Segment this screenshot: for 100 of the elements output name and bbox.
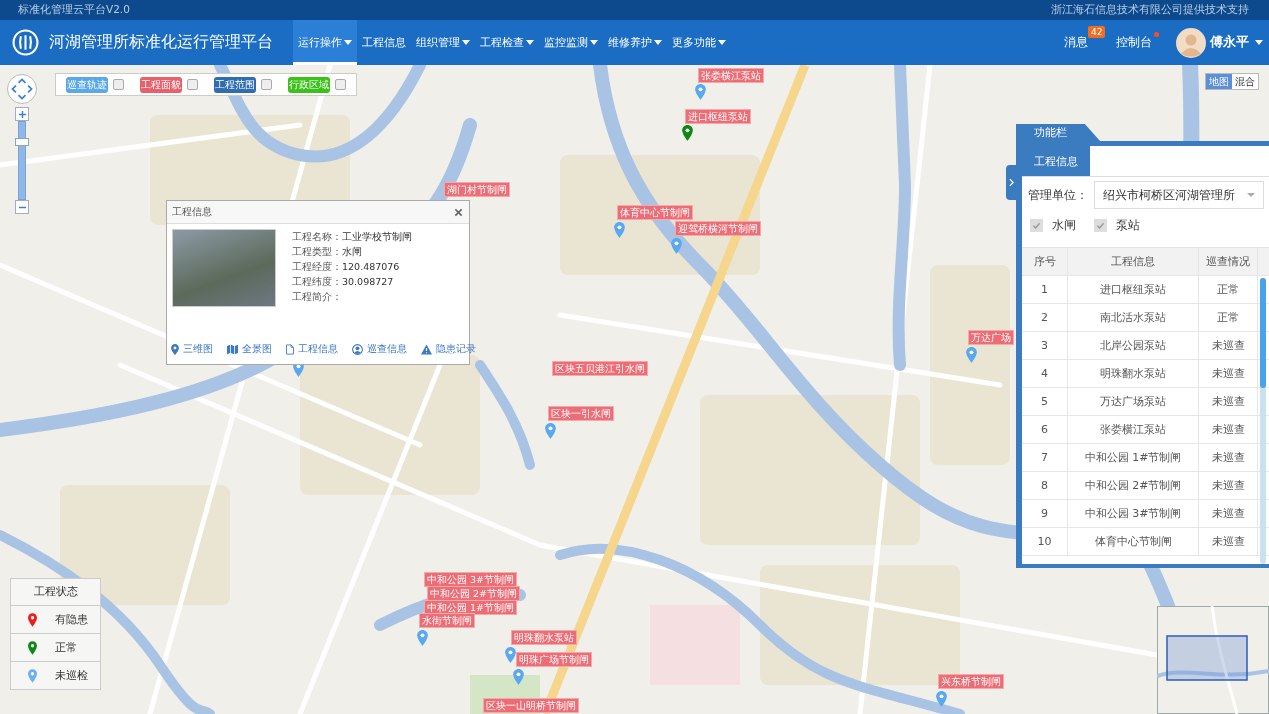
panel-title: 功能栏: [1016, 124, 1100, 141]
marker-label[interactable]: 迎驾桥横河节制闸: [675, 221, 761, 236]
layer-checkbox[interactable]: [261, 79, 272, 90]
legend-label: 有隐患: [55, 612, 88, 627]
filter-checkbox[interactable]: [1030, 218, 1043, 232]
nav-tab[interactable]: 工程检查: [475, 20, 539, 65]
table-cell: 未巡查: [1199, 416, 1258, 443]
marker-label[interactable]: 区块一山明桥节制闸: [483, 698, 579, 713]
overview-map-drawing[interactable]: [1157, 606, 1269, 714]
pan-arrows-icon: [9, 76, 35, 102]
user-menu[interactable]: 傅永平: [1210, 34, 1263, 51]
marker-label[interactable]: 张娄横江泵站: [698, 68, 764, 83]
location-pin-icon: [171, 344, 179, 355]
console-button[interactable]: 控制台: [1116, 35, 1152, 50]
map-pin-icon[interactable]: [695, 84, 706, 100]
popup-link[interactable]: 巡查信息: [352, 343, 407, 356]
filter-checkbox[interactable]: [1094, 218, 1107, 232]
map-pin-icon[interactable]: [671, 238, 682, 254]
marker-label[interactable]: 中和公园 1#节制闸: [424, 600, 518, 615]
nav-tab[interactable]: 工程信息: [357, 20, 411, 65]
table-cell: 万达广场泵站: [1068, 388, 1199, 415]
marker-label[interactable]: 万达广场: [968, 330, 1014, 345]
marker-label[interactable]: 兴东桥节制闸: [938, 674, 1004, 689]
map-pin-icon[interactable]: [682, 125, 693, 141]
marker-label[interactable]: 水街节制闸: [419, 613, 475, 628]
table-cell: 8: [1022, 472, 1068, 499]
field-value: 120.487076: [342, 260, 400, 274]
table-cell: 5: [1022, 388, 1068, 415]
warning-icon: [421, 344, 432, 355]
map-type-tab[interactable]: 混合: [1232, 74, 1258, 89]
marker-label[interactable]: 明珠广场节制闸: [516, 652, 592, 667]
map-pin-icon[interactable]: [966, 347, 977, 363]
popup-link[interactable]: 隐患记录: [421, 343, 476, 356]
nav-tab[interactable]: 维修养护: [603, 20, 667, 65]
legend-title: 工程状态: [11, 579, 100, 606]
map-pin-icon[interactable]: [936, 691, 947, 707]
map-pin-icon[interactable]: [513, 669, 524, 685]
panel-collapse-handle[interactable]: [1006, 165, 1016, 200]
layer-label[interactable]: 工程范围: [214, 76, 256, 93]
column-header: 序号: [1022, 248, 1068, 275]
nav-tab[interactable]: 组织管理: [411, 20, 475, 65]
marker-label[interactable]: 体育中心节制闸: [617, 205, 693, 220]
table-cell: 未巡查: [1199, 472, 1258, 499]
field-label: 工程纬度：: [292, 275, 342, 289]
scrollbar-thumb[interactable]: [1260, 278, 1266, 388]
table-cell: 张娄横江泵站: [1068, 416, 1199, 443]
field-label: 工程名称：: [292, 230, 342, 244]
avatar-icon[interactable]: [1176, 27, 1206, 58]
scrollbar[interactable]: [1260, 278, 1266, 564]
app-title: 河湖管理所标准化运行管理平台: [49, 32, 273, 53]
marker-label[interactable]: 区块一引水闸: [548, 406, 614, 421]
marker-label[interactable]: 区块五贝港江引水闸: [552, 361, 648, 376]
folded-map-icon: [227, 344, 238, 355]
zoom-slider-thumb[interactable]: [15, 137, 29, 146]
map-type-tab[interactable]: 地图: [1206, 74, 1232, 89]
layer-label[interactable]: 行政区域: [288, 76, 330, 93]
map-pin-icon[interactable]: [417, 630, 428, 646]
map-pin-icon[interactable]: [505, 647, 516, 663]
popup-link[interactable]: 三维图: [171, 343, 213, 356]
nav-tab[interactable]: 更多功能: [667, 20, 731, 65]
layer-label[interactable]: 巡查轨迹: [66, 76, 108, 93]
popup-link[interactable]: 工程信息: [286, 343, 338, 356]
layer-checkbox[interactable]: [187, 79, 198, 90]
nav-tab[interactable]: 监控监测: [539, 20, 603, 65]
table-cell: 6: [1022, 416, 1068, 443]
table-cell: 南北活水泵站: [1068, 304, 1199, 331]
map-pin-icon[interactable]: [614, 222, 625, 238]
table-cell: 4: [1022, 360, 1068, 387]
support-notice: 浙江海石信息技术有限公司提供技术支持: [1051, 3, 1249, 17]
caret-icon: [1255, 40, 1263, 45]
close-button[interactable]: [454, 207, 463, 217]
zoom-out-button[interactable]: [15, 200, 29, 214]
messages-button[interactable]: 消息: [1064, 35, 1088, 50]
layer-checkbox[interactable]: [113, 79, 124, 90]
dropdown-caret-icon: [1247, 193, 1255, 197]
table-cell: 7: [1022, 444, 1068, 471]
marker-label[interactable]: 明珠翻水泵站: [511, 630, 577, 645]
popup-link[interactable]: 全景图: [227, 343, 272, 356]
plus-icon: [17, 109, 27, 119]
document-icon: [286, 344, 294, 355]
marker-label[interactable]: 湖门村节制闸: [444, 182, 510, 197]
layer-checkbox[interactable]: [335, 79, 346, 90]
column-header: 巡查情况: [1199, 248, 1258, 275]
logo-icon: [12, 29, 39, 56]
table-cell: 未巡查: [1199, 360, 1258, 387]
zoom-in-button[interactable]: [15, 107, 29, 121]
table-cell: 2: [1022, 304, 1068, 331]
layer-label[interactable]: 工程面貌: [140, 76, 182, 93]
table-cell: 明珠翻水泵站: [1068, 360, 1199, 387]
map-pin-icon[interactable]: [545, 423, 556, 439]
field-label: 工程类型：: [292, 245, 342, 259]
nav-tab[interactable]: 运行操作: [293, 20, 357, 65]
user-circle-icon: [352, 344, 363, 355]
unit-label: 管理单位：: [1028, 187, 1088, 203]
marker-label[interactable]: 进口枢纽泵站: [685, 109, 751, 124]
unit-select[interactable]: 绍兴市柯桥区河湖管理所: [1094, 181, 1264, 209]
panel-tab[interactable]: 工程信息: [1022, 146, 1090, 176]
table-cell: 3: [1022, 332, 1068, 359]
zoom-slider[interactable]: [18, 121, 26, 200]
field-label: 工程经度：: [292, 260, 342, 274]
